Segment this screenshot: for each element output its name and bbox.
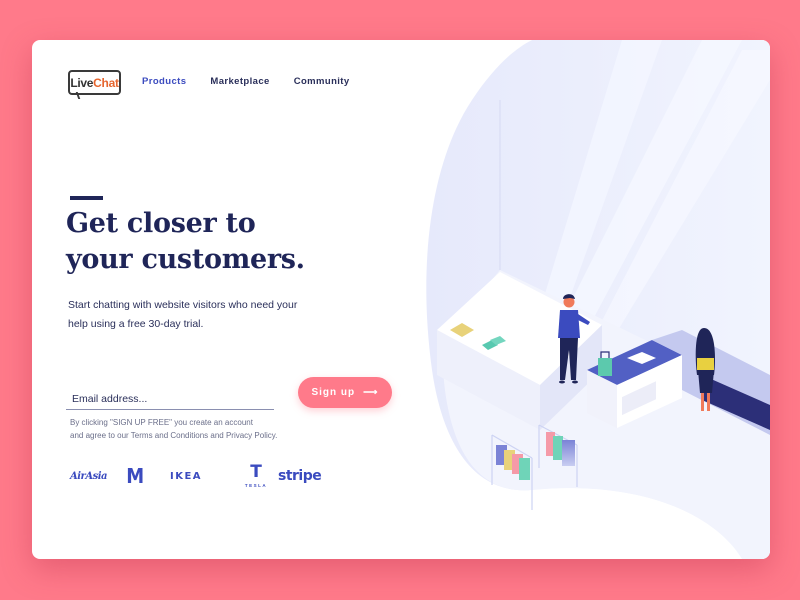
tesla-wordmark: TESLA [244,483,268,488]
nav-community[interactable]: Community [294,76,350,87]
email-field[interactable] [66,384,274,410]
landing-card: Live Chat Products Marketplace Community … [32,40,770,559]
client-logos: AirAsia M IKEA T TESLA stripe [70,462,322,489]
logo-text-chat: Chat [93,75,119,90]
hero-subtext: Start chatting with website visitors who… [68,299,298,330]
ikea-logo: IKEA [170,470,203,482]
sign-up-label: Sign up [311,387,356,398]
main-nav: Products Marketplace Community [142,76,374,87]
legal-line-2: and agree to our Terms and Conditions an… [70,431,278,440]
tesla-t-icon: T [250,462,262,482]
mcdonalds-logo: M [126,464,145,488]
shopping-bag-icon [598,358,612,376]
legal-line-1: By clicking "SIGN UP FREE" you create an… [70,418,253,427]
livechat-logo[interactable]: Live Chat [68,70,121,100]
headline-accent-bar [70,196,103,200]
headline-line-1: Get closer to [66,208,256,239]
sign-up-button[interactable]: Sign up ⟶ [298,377,392,408]
headline-line-2: your customers. [66,244,305,275]
stripe-logo: stripe [278,468,322,484]
arrow-right-icon: ⟶ [363,387,379,398]
tesla-logo: T TESLA [234,462,278,489]
logo-text-live: Live [70,75,94,90]
page-headline: Get closer to your customers. [66,206,305,278]
legal-notice: By clicking "SIGN UP FREE" you create an… [70,416,330,442]
nav-products[interactable]: Products [142,76,186,87]
airasia-logo: AirAsia [70,470,108,482]
store-scene-illustration [426,40,770,559]
nav-marketplace[interactable]: Marketplace [210,76,269,87]
